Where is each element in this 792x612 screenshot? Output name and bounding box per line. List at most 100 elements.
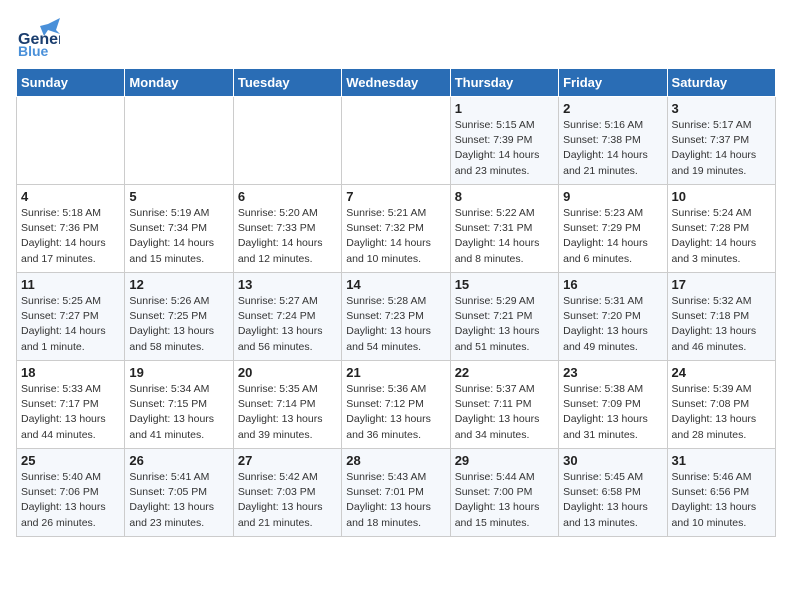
calendar-cell: 24 Sunrise: 5:39 AM Sunset: 7:08 PM Dayli… [667, 361, 775, 449]
day-number: 6 [238, 189, 337, 204]
calendar-cell: 22 Sunrise: 5:37 AM Sunset: 7:11 PM Dayli… [450, 361, 558, 449]
day-number: 5 [129, 189, 228, 204]
calendar-cell: 17 Sunrise: 5:32 AM Sunset: 7:18 PM Dayli… [667, 273, 775, 361]
calendar-cell: 9 Sunrise: 5:23 AM Sunset: 7:29 PM Daylig… [559, 185, 667, 273]
day-number: 21 [346, 365, 445, 380]
day-number: 7 [346, 189, 445, 204]
column-header-tuesday: Tuesday [233, 69, 341, 97]
column-header-wednesday: Wednesday [342, 69, 450, 97]
day-number: 3 [672, 101, 771, 116]
day-info: Sunrise: 5:20 AM Sunset: 7:33 PM Dayligh… [238, 206, 337, 267]
calendar-cell: 3 Sunrise: 5:17 AM Sunset: 7:37 PM Daylig… [667, 97, 775, 185]
calendar-cell: 23Sunrise: 5:38 AM Sunset: 7:09 PM Dayli… [559, 361, 667, 449]
day-info: Sunrise: 5:24 AM Sunset: 7:28 PM Dayligh… [672, 206, 771, 267]
calendar-week-5: 25Sunrise: 5:40 AM Sunset: 7:06 PM Dayli… [17, 449, 776, 537]
day-info: Sunrise: 5:21 AM Sunset: 7:32 PM Dayligh… [346, 206, 445, 267]
calendar-header-row: SundayMondayTuesdayWednesdayThursdayFrid… [17, 69, 776, 97]
day-number: 30 [563, 453, 662, 468]
calendar-cell: 5 Sunrise: 5:19 AM Sunset: 7:34 PM Daylig… [125, 185, 233, 273]
day-number: 13 [238, 277, 337, 292]
calendar-week-4: 18Sunrise: 5:33 AM Sunset: 7:17 PM Dayli… [17, 361, 776, 449]
calendar-table: SundayMondayTuesdayWednesdayThursdayFrid… [16, 68, 776, 537]
page-header: General Blue [16, 16, 776, 60]
svg-text:Blue: Blue [18, 43, 49, 59]
day-number: 22 [455, 365, 554, 380]
day-info: Sunrise: 5:15 AM Sunset: 7:39 PM Dayligh… [455, 118, 554, 179]
day-number: 28 [346, 453, 445, 468]
day-info: Sunrise: 5:34 AM Sunset: 7:15 PM Dayligh… [129, 382, 228, 443]
calendar-week-1: 1Sunrise: 5:15 AM Sunset: 7:39 PM Daylig… [17, 97, 776, 185]
calendar-cell: 1Sunrise: 5:15 AM Sunset: 7:39 PM Daylig… [450, 97, 558, 185]
calendar-cell: 15Sunrise: 5:29 AM Sunset: 7:21 PM Dayli… [450, 273, 558, 361]
day-number: 10 [672, 189, 771, 204]
calendar-week-3: 11Sunrise: 5:25 AM Sunset: 7:27 PM Dayli… [17, 273, 776, 361]
day-info: Sunrise: 5:42 AM Sunset: 7:03 PM Dayligh… [238, 470, 337, 531]
column-header-friday: Friday [559, 69, 667, 97]
calendar-cell: 8 Sunrise: 5:22 AM Sunset: 7:31 PM Daylig… [450, 185, 558, 273]
calendar-cell: 26 Sunrise: 5:41 AM Sunset: 7:05 PM Dayli… [125, 449, 233, 537]
day-number: 27 [238, 453, 337, 468]
day-info: Sunrise: 5:17 AM Sunset: 7:37 PM Dayligh… [672, 118, 771, 179]
day-number: 8 [455, 189, 554, 204]
day-info: Sunrise: 5:32 AM Sunset: 7:18 PM Dayligh… [672, 294, 771, 355]
day-number: 4 [21, 189, 120, 204]
calendar-cell: 2Sunrise: 5:16 AM Sunset: 7:38 PM Daylig… [559, 97, 667, 185]
day-number: 20 [238, 365, 337, 380]
day-info: Sunrise: 5:22 AM Sunset: 7:31 PM Dayligh… [455, 206, 554, 267]
calendar-cell: 19 Sunrise: 5:34 AM Sunset: 7:15 PM Dayli… [125, 361, 233, 449]
day-number: 25 [21, 453, 120, 468]
day-number: 17 [672, 277, 771, 292]
day-info: Sunrise: 5:31 AM Sunset: 7:20 PM Dayligh… [563, 294, 662, 355]
day-number: 31 [672, 453, 771, 468]
day-info: Sunrise: 5:43 AM Sunset: 7:01 PM Dayligh… [346, 470, 445, 531]
column-header-sunday: Sunday [17, 69, 125, 97]
day-info: Sunrise: 5:25 AM Sunset: 7:27 PM Dayligh… [21, 294, 120, 355]
calendar-cell [125, 97, 233, 185]
calendar-cell: 10 Sunrise: 5:24 AM Sunset: 7:28 PM Dayli… [667, 185, 775, 273]
calendar-cell: 25Sunrise: 5:40 AM Sunset: 7:06 PM Dayli… [17, 449, 125, 537]
calendar-cell: 12 Sunrise: 5:26 AM Sunset: 7:25 PM Dayli… [125, 273, 233, 361]
day-number: 24 [672, 365, 771, 380]
calendar-week-2: 4Sunrise: 5:18 AM Sunset: 7:36 PM Daylig… [17, 185, 776, 273]
day-info: Sunrise: 5:35 AM Sunset: 7:14 PM Dayligh… [238, 382, 337, 443]
day-number: 16 [563, 277, 662, 292]
day-info: Sunrise: 5:39 AM Sunset: 7:08 PM Dayligh… [672, 382, 771, 443]
calendar-cell: 29Sunrise: 5:44 AM Sunset: 7:00 PM Dayli… [450, 449, 558, 537]
calendar-cell: 16 Sunrise: 5:31 AM Sunset: 7:20 PM Dayli… [559, 273, 667, 361]
day-info: Sunrise: 5:33 AM Sunset: 7:17 PM Dayligh… [21, 382, 120, 443]
calendar-cell: 4Sunrise: 5:18 AM Sunset: 7:36 PM Daylig… [17, 185, 125, 273]
day-info: Sunrise: 5:41 AM Sunset: 7:05 PM Dayligh… [129, 470, 228, 531]
day-info: Sunrise: 5:38 AM Sunset: 7:09 PM Dayligh… [563, 382, 662, 443]
column-header-monday: Monday [125, 69, 233, 97]
day-number: 26 [129, 453, 228, 468]
day-number: 9 [563, 189, 662, 204]
day-info: Sunrise: 5:19 AM Sunset: 7:34 PM Dayligh… [129, 206, 228, 267]
day-info: Sunrise: 5:23 AM Sunset: 7:29 PM Dayligh… [563, 206, 662, 267]
day-info: Sunrise: 5:46 AM Sunset: 6:56 PM Dayligh… [672, 470, 771, 531]
day-number: 14 [346, 277, 445, 292]
calendar-cell: 28 Sunrise: 5:43 AM Sunset: 7:01 PM Dayli… [342, 449, 450, 537]
day-info: Sunrise: 5:37 AM Sunset: 7:11 PM Dayligh… [455, 382, 554, 443]
column-header-thursday: Thursday [450, 69, 558, 97]
calendar-cell: 20 Sunrise: 5:35 AM Sunset: 7:14 PM Dayli… [233, 361, 341, 449]
calendar-cell: 21 Sunrise: 5:36 AM Sunset: 7:12 PM Dayli… [342, 361, 450, 449]
calendar-cell: 13Sunrise: 5:27 AM Sunset: 7:24 PM Dayli… [233, 273, 341, 361]
day-number: 19 [129, 365, 228, 380]
calendar-cell [17, 97, 125, 185]
calendar-cell: 31 Sunrise: 5:46 AM Sunset: 6:56 PM Dayli… [667, 449, 775, 537]
day-number: 12 [129, 277, 228, 292]
logo-icon: General Blue [16, 16, 60, 60]
day-info: Sunrise: 5:26 AM Sunset: 7:25 PM Dayligh… [129, 294, 228, 355]
calendar-cell [342, 97, 450, 185]
calendar-cell [233, 97, 341, 185]
calendar-cell: 14 Sunrise: 5:28 AM Sunset: 7:23 PM Dayli… [342, 273, 450, 361]
calendar-cell: 11Sunrise: 5:25 AM Sunset: 7:27 PM Dayli… [17, 273, 125, 361]
calendar-cell: 30Sunrise: 5:45 AM Sunset: 6:58 PM Dayli… [559, 449, 667, 537]
day-number: 29 [455, 453, 554, 468]
day-info: Sunrise: 5:28 AM Sunset: 7:23 PM Dayligh… [346, 294, 445, 355]
day-number: 2 [563, 101, 662, 116]
column-header-saturday: Saturday [667, 69, 775, 97]
calendar-cell: 27 Sunrise: 5:42 AM Sunset: 7:03 PM Dayli… [233, 449, 341, 537]
day-info: Sunrise: 5:36 AM Sunset: 7:12 PM Dayligh… [346, 382, 445, 443]
day-info: Sunrise: 5:29 AM Sunset: 7:21 PM Dayligh… [455, 294, 554, 355]
